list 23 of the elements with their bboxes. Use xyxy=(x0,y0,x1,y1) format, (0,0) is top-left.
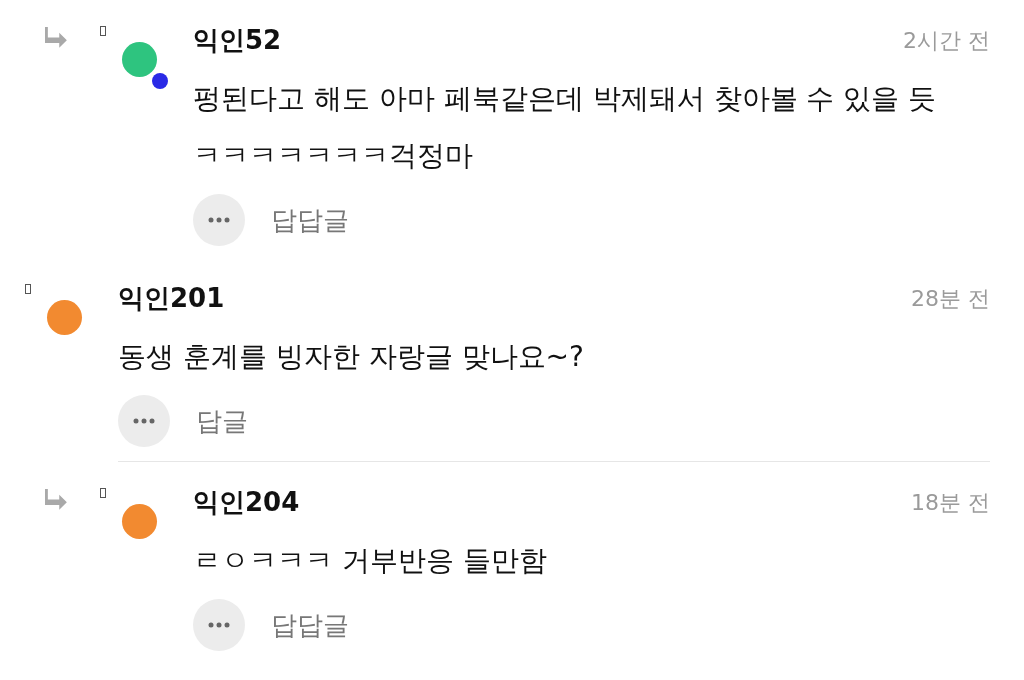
comment-text: 펑된다고 해도 아마 페북같은데 박제돼서 찾아볼 수 있을 듯ㅋㅋㅋㅋㅋㅋㅋ걱정마 xyxy=(193,81,938,174)
comment-text: 동생 훈계를 빙자한 자랑글 맞나요~? xyxy=(118,339,585,375)
more-button[interactable] xyxy=(118,395,170,447)
comment-time: 28분 전 xyxy=(911,284,990,313)
more-button[interactable] xyxy=(193,599,245,651)
missing-glyph-icon xyxy=(25,284,31,294)
comment-time: 2시간 전 xyxy=(903,26,990,55)
more-icon xyxy=(133,418,155,424)
author-name: 익인204 xyxy=(193,485,300,519)
reply-button[interactable]: 답답글 xyxy=(271,605,349,645)
reply-button[interactable]: 답글 xyxy=(196,401,248,441)
comment-text: ㄹㅇㅋㅋㅋ 거부반응 들만함 xyxy=(193,543,548,579)
reply-arrow-icon xyxy=(45,488,69,510)
author-name: 익인201 xyxy=(118,281,225,315)
author-name: 익인52 xyxy=(193,23,282,57)
comment-time: 18분 전 xyxy=(911,488,990,517)
more-icon xyxy=(208,217,230,223)
reply-arrow-icon xyxy=(45,26,69,48)
missing-glyph-icon xyxy=(100,26,106,36)
more-icon xyxy=(208,622,230,628)
reply-button[interactable]: 답답글 xyxy=(271,200,349,240)
missing-glyph-icon xyxy=(100,488,106,498)
more-button[interactable] xyxy=(193,194,245,246)
